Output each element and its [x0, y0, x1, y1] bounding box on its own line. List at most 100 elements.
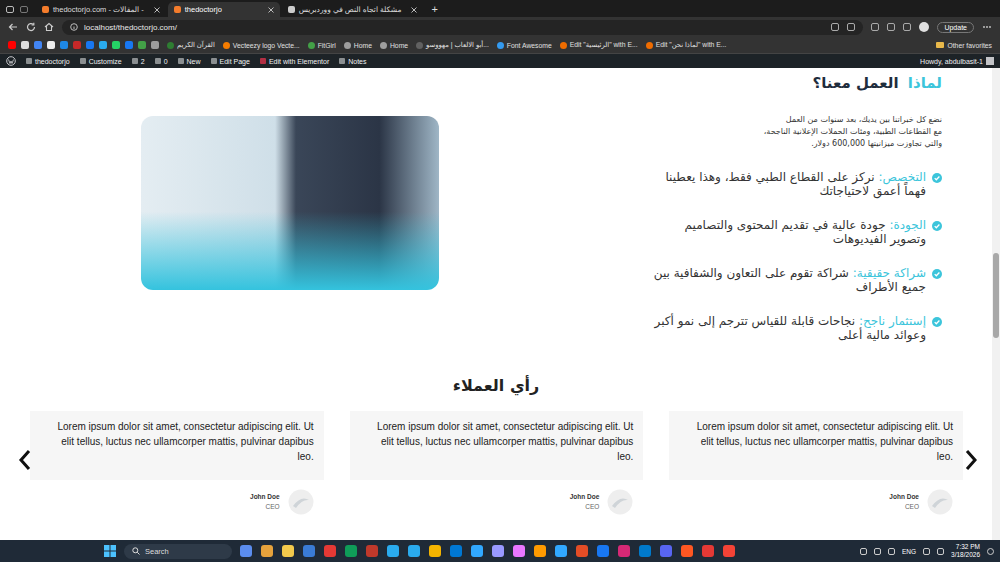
- windows-start-icon[interactable]: [104, 545, 116, 557]
- bookmark-icon[interactable]: [73, 41, 81, 49]
- cloud-icon[interactable]: [874, 548, 881, 555]
- admin-bar-item[interactable]: Edit Page: [211, 58, 250, 65]
- wordpress-logo-icon[interactable]: [6, 56, 16, 66]
- bookmark[interactable]: أبو الالعاب | مهووسو...: [416, 41, 489, 49]
- app-icon[interactable]: [576, 545, 588, 557]
- app-icon[interactable]: [345, 545, 357, 557]
- extensions-icon[interactable]: [903, 23, 911, 31]
- favicon-icon: [174, 6, 181, 13]
- admin-bar-item[interactable]: Notes: [339, 58, 366, 65]
- admin-bar-item[interactable]: 0: [155, 58, 168, 65]
- account-menu[interactable]: Howdy, abdulbasit-1: [920, 57, 994, 65]
- volume-icon[interactable]: [937, 548, 944, 555]
- app-icon[interactable]: [534, 545, 546, 557]
- browser-tab[interactable]: thedoctorjo.com - المقالات -: [36, 2, 166, 17]
- app-icon[interactable]: [681, 545, 693, 557]
- app-icon[interactable]: [303, 545, 315, 557]
- window-menu[interactable]: [6, 2, 28, 17]
- close-icon[interactable]: [411, 7, 417, 13]
- new-tab-button[interactable]: +: [425, 2, 443, 17]
- profile-icon[interactable]: [919, 22, 929, 32]
- app-icon[interactable]: [618, 545, 630, 557]
- bookmark-icon[interactable]: [21, 41, 29, 49]
- bookmark[interactable]: القرآن الكريم: [167, 41, 215, 49]
- next-arrow-icon[interactable]: [964, 449, 978, 471]
- app-icon[interactable]: [366, 545, 378, 557]
- admin-bar-item[interactable]: 2: [132, 58, 145, 65]
- admin-bar-item[interactable]: thedoctorjo: [26, 58, 70, 65]
- admin-bar-item[interactable]: New: [178, 58, 201, 65]
- app-icon[interactable]: [408, 545, 420, 557]
- app-icon[interactable]: [282, 545, 294, 557]
- bookmark-icon[interactable]: [151, 41, 159, 49]
- admin-bar-item[interactable]: Edit with Elementor: [260, 58, 329, 65]
- testimonial-author: John Doe CEO: [30, 489, 324, 515]
- workspace-icon[interactable]: [6, 6, 14, 13]
- more-icon[interactable]: [982, 25, 992, 29]
- close-icon[interactable]: [154, 7, 160, 13]
- bookmark[interactable]: Home: [380, 42, 408, 49]
- app-icon[interactable]: [597, 545, 609, 557]
- reload-icon[interactable]: [26, 22, 36, 32]
- bookmark[interactable]: Home: [344, 42, 372, 49]
- app-icon[interactable]: [261, 545, 273, 557]
- language-indicator[interactable]: ENG: [902, 548, 916, 555]
- bookmark-icon[interactable]: [86, 41, 94, 49]
- bookmark[interactable]: Vecteezy logo Vecte...: [223, 42, 300, 49]
- favorites-icon[interactable]: [887, 23, 895, 31]
- network-icon[interactable]: [888, 548, 895, 555]
- notification-icon[interactable]: [987, 548, 994, 555]
- bookmark-icon[interactable]: [112, 41, 120, 49]
- favorite-star-icon[interactable]: [847, 23, 855, 31]
- app-icon[interactable]: [450, 545, 462, 557]
- split-screen-icon[interactable]: [871, 23, 879, 31]
- info-icon[interactable]: [70, 23, 78, 31]
- bookmark-icon[interactable]: [125, 41, 133, 49]
- app-icon[interactable]: [471, 545, 483, 557]
- close-icon[interactable]: [268, 7, 274, 13]
- scrollbar-thumb[interactable]: [993, 253, 999, 338]
- bookmark[interactable]: Edit "الرئيسية" with E...: [560, 41, 638, 49]
- taskbar-search[interactable]: Search: [124, 544, 232, 559]
- bookmark[interactable]: FitGirl: [308, 42, 336, 49]
- testimonial-card: Lorem ipsum dolor sit amet, consectetur …: [669, 411, 963, 480]
- bookmark-icon[interactable]: [8, 41, 16, 49]
- scrollbar[interactable]: [992, 68, 1000, 540]
- app-icon[interactable]: [324, 545, 336, 557]
- app-icon[interactable]: [513, 545, 525, 557]
- home-icon[interactable]: [44, 22, 54, 32]
- app-icon[interactable]: [660, 545, 672, 557]
- bookmark-icon[interactable]: [47, 41, 55, 49]
- read-aloud-icon[interactable]: [831, 23, 839, 31]
- admin-bar-item[interactable]: Customize: [80, 58, 122, 65]
- previous-arrow-icon[interactable]: [18, 449, 32, 471]
- bookmark[interactable]: Edit "لماذا نحن" with E...: [646, 41, 727, 49]
- bookmark[interactable]: Font Awesome: [497, 42, 552, 49]
- app-icon[interactable]: [723, 545, 735, 557]
- browser-tab[interactable]: thedoctorjo: [168, 2, 280, 17]
- update-button[interactable]: Update: [937, 22, 974, 33]
- admin-item-icon: [80, 58, 86, 64]
- check-circle-icon: [932, 221, 942, 231]
- bookmark-icon[interactable]: [60, 41, 68, 49]
- other-favorites[interactable]: Other favorites: [936, 42, 992, 49]
- address-bar[interactable]: localhost/thedoctorjo.com/: [62, 20, 863, 35]
- bookmark-icon[interactable]: [138, 41, 146, 49]
- browser-tab[interactable]: مشكلة اتجاه النص في ووردبريس: [282, 2, 424, 17]
- clock[interactable]: 7:32 PM 3/18/2026: [951, 543, 980, 559]
- app-icon[interactable]: [639, 545, 651, 557]
- back-icon[interactable]: [8, 22, 18, 32]
- app-icon[interactable]: [492, 545, 504, 557]
- bookmark-icon[interactable]: [34, 41, 42, 49]
- app-icon[interactable]: [429, 545, 441, 557]
- app-icon[interactable]: [387, 545, 399, 557]
- app-icon[interactable]: [240, 545, 252, 557]
- tab-actions-icon[interactable]: [20, 6, 28, 13]
- bookmark-favicon-icon: [308, 42, 315, 49]
- tray-chevron-icon[interactable]: [860, 548, 867, 555]
- bookmark-icon[interactable]: [99, 41, 107, 49]
- wifi-icon[interactable]: [923, 548, 930, 555]
- app-icon[interactable]: [702, 545, 714, 557]
- date: 3/18/2026: [951, 551, 980, 559]
- app-icon[interactable]: [555, 545, 567, 557]
